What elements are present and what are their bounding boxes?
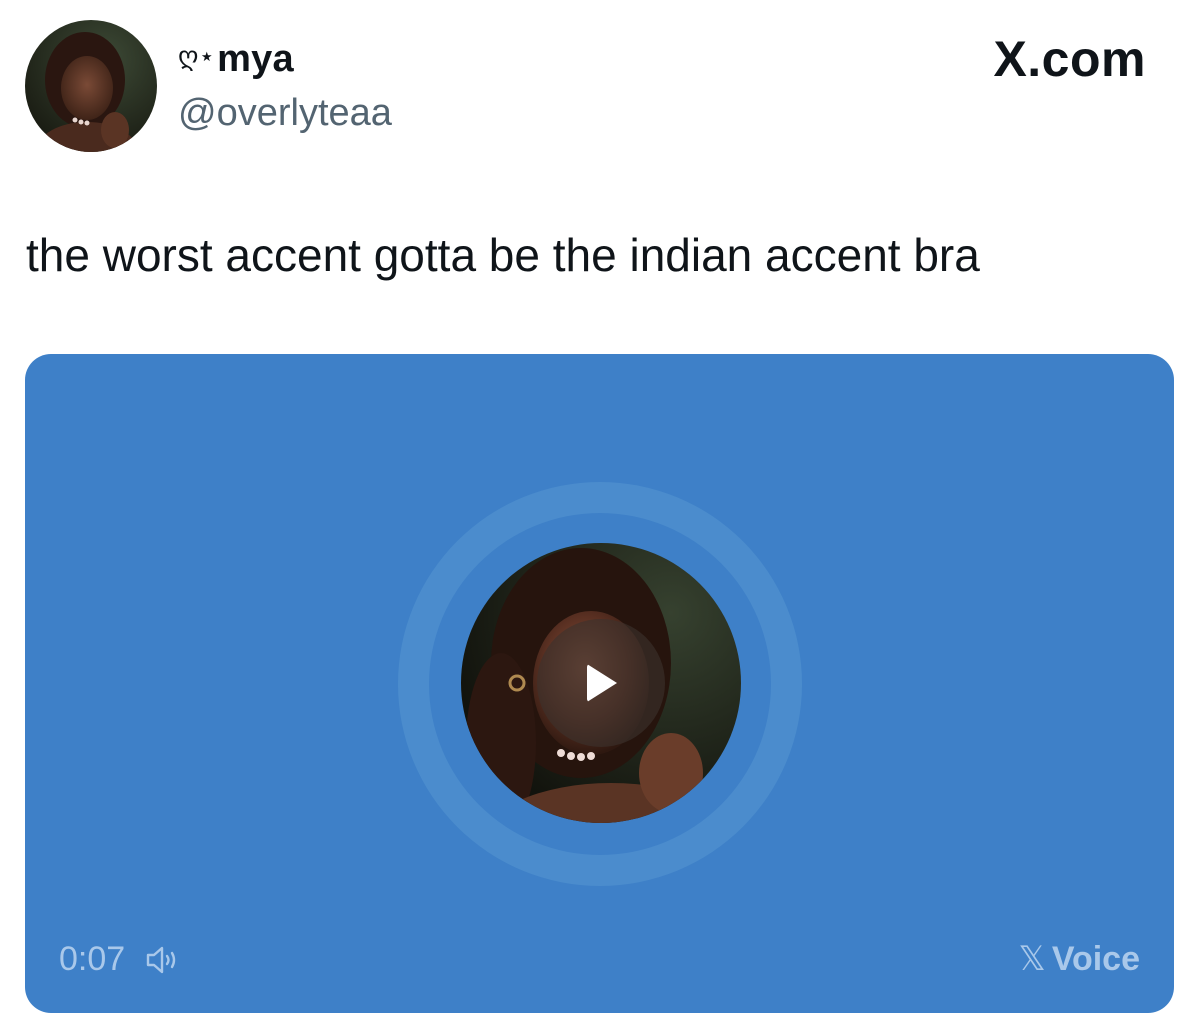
play-icon <box>587 664 617 702</box>
voice-duration: 0:07 <box>59 940 126 978</box>
name-decoration: ღ⋆ <box>178 41 216 71</box>
volume-icon[interactable] <box>145 943 181 977</box>
profile-photo-icon <box>25 20 157 152</box>
author-display-name[interactable]: ღ⋆mya <box>178 38 294 81</box>
tweet-screenshot: ღ⋆mya @overlyteaa X.com the worst accent… <box>0 0 1200 1035</box>
author-handle[interactable]: @overlyteaa <box>178 92 392 135</box>
voice-label-text: Voice <box>1051 940 1140 978</box>
x-logo-icon: 𝕏 <box>1018 940 1046 978</box>
x-com-logo: X.com <box>993 31 1146 87</box>
voice-player-card[interactable]: 0:07 𝕏 Voice <box>25 354 1174 1013</box>
x-voice-label: 𝕏 Voice <box>1018 939 1140 979</box>
tweet-text: the worst accent gotta be the indian acc… <box>26 229 980 281</box>
play-button[interactable] <box>537 619 665 747</box>
display-name-text: mya <box>217 38 294 80</box>
author-avatar[interactable] <box>25 20 157 152</box>
